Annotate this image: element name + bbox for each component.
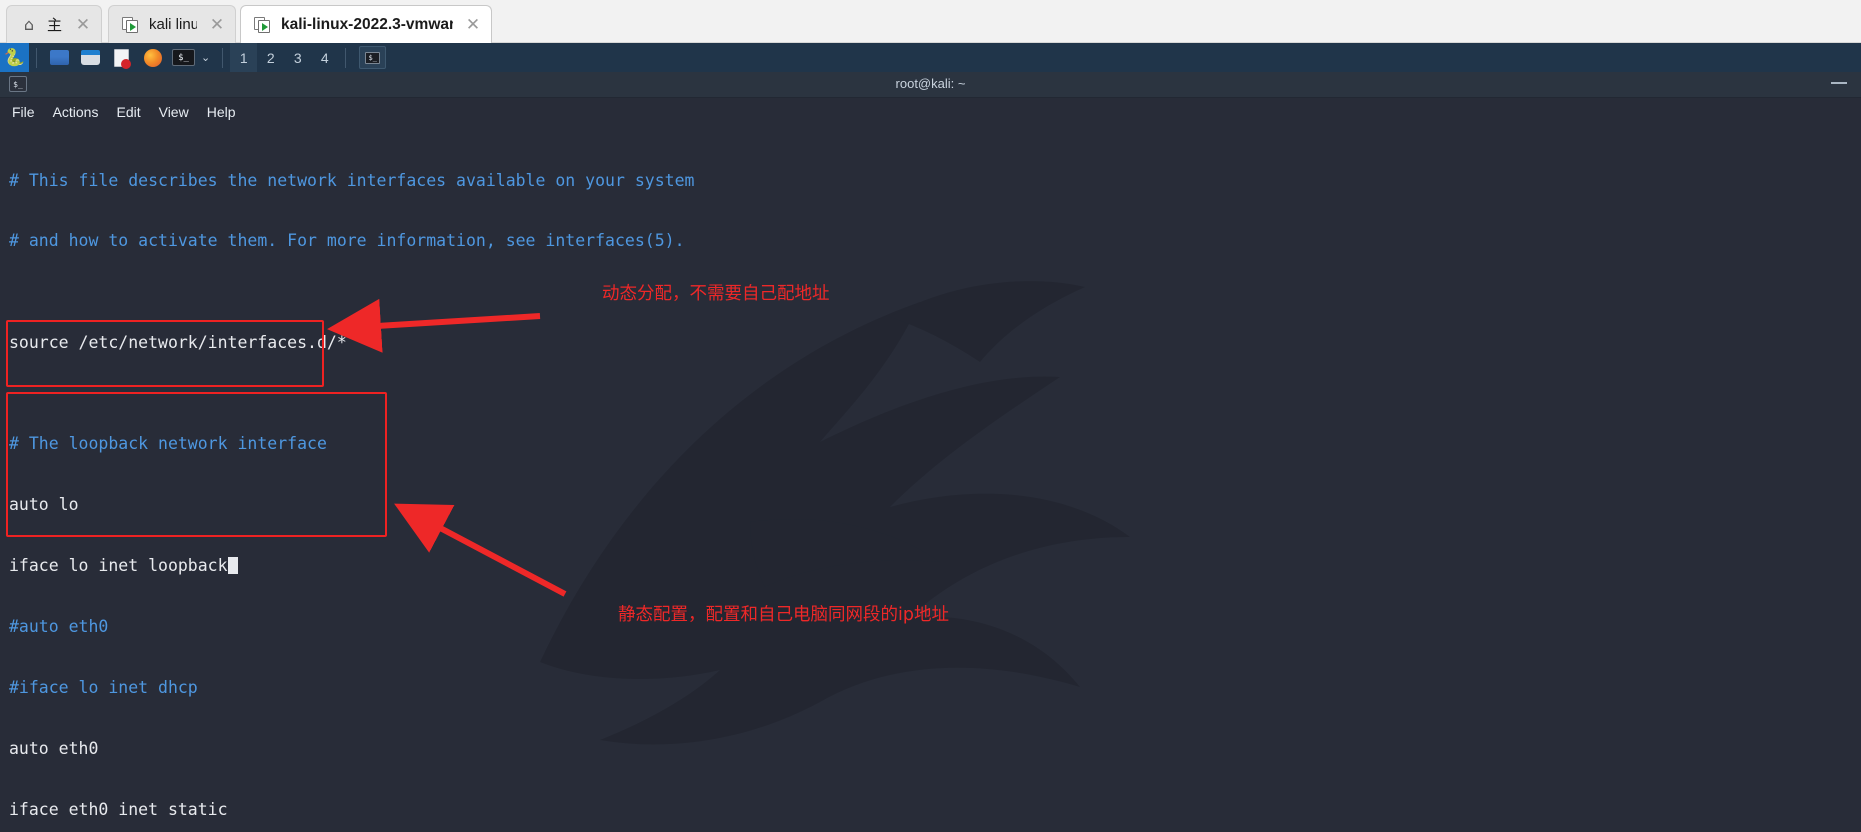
close-icon[interactable]: ✕ <box>207 15 227 35</box>
terminal-icon: $_ <box>365 51 381 64</box>
browser-tab-kali-vmware[interactable]: kali-linux-2022.3-vmware-... ✕ <box>240 5 492 43</box>
vm-icon <box>121 15 141 35</box>
terminal-title: root@kali: ~ <box>895 76 966 91</box>
text-cursor <box>227 557 238 575</box>
browser-tab-kali-linux-label: kali linux <box>149 16 197 33</box>
terminal-line: iface lo inet loopback <box>9 556 228 576</box>
home-icon: ⌂ <box>23 15 35 34</box>
terminal-screen[interactable]: # This file describes the network interf… <box>0 126 1861 832</box>
workspace-4[interactable]: 4 <box>311 43 338 72</box>
browser-tab-home[interactable]: ⌂ 主页 ✕ <box>6 5 102 43</box>
terminal-line: auto eth0 <box>9 738 99 758</box>
terminal-window: $_ root@kali: ~ File Actions Edit View H… <box>0 72 1861 832</box>
text-editor-icon[interactable] <box>109 43 134 72</box>
terminal-line: source /etc/network/interfaces.d/* <box>9 332 347 352</box>
panel-separator <box>222 47 224 68</box>
terminal-menubar: File Actions Edit View Help <box>0 98 1861 126</box>
close-icon[interactable]: ✕ <box>463 15 483 35</box>
chevron-down-icon[interactable]: ⌄ <box>201 51 210 64</box>
browser-tab-home-label: 主页 <box>47 17 63 34</box>
panel-separator <box>36 47 37 68</box>
terminal-line: #iface lo inet dhcp <box>9 678 198 698</box>
terminal-line: #auto eth0 <box>9 617 109 637</box>
menu-file[interactable]: File <box>12 104 35 120</box>
terminal-line: iface eth0 inet static <box>9 799 228 819</box>
menu-help[interactable]: Help <box>207 104 236 120</box>
terminal-line: # This file describes the network interf… <box>9 170 695 190</box>
desktop-panel: 🐍 $_ ⌄ 1 2 3 4 $_ <box>0 43 1861 72</box>
menu-edit[interactable]: Edit <box>116 104 140 120</box>
terminal-task-button[interactable]: $_ <box>359 46 387 69</box>
terminal-titlebar[interactable]: $_ root@kali: ~ <box>0 72 1861 98</box>
kali-dragon-icon[interactable]: 🐍 <box>0 43 29 72</box>
browser-tab-kali-vmware-label: kali-linux-2022.3-vmware-... <box>281 15 453 33</box>
terminal-line: # The loopback network interface <box>9 434 327 454</box>
show-desktop-icon[interactable] <box>47 43 72 72</box>
browser-tab-kali-linux[interactable]: kali linux ✕ <box>108 5 236 43</box>
menu-view[interactable]: View <box>159 104 189 120</box>
workspace-2[interactable]: 2 <box>257 43 284 72</box>
terminal-line: auto lo <box>9 495 79 515</box>
minimize-button[interactable] <box>1831 82 1847 84</box>
workspace-1[interactable]: 1 <box>230 43 258 72</box>
terminal-line: # and how to activate them. For more inf… <box>9 231 685 251</box>
vm-icon <box>253 15 273 35</box>
menu-actions[interactable]: Actions <box>53 104 99 120</box>
file-manager-icon[interactable] <box>78 43 103 72</box>
browser-tab-strip: ⌂ 主页 ✕ kali linux ✕ kali-linux-2022.3-vm… <box>0 0 1861 43</box>
panel-separator <box>345 47 347 68</box>
terminal-icon[interactable]: $_ <box>171 43 196 72</box>
firefox-icon[interactable] <box>140 43 165 72</box>
workspace-3[interactable]: 3 <box>284 43 311 72</box>
close-icon[interactable]: ✕ <box>73 15 93 35</box>
